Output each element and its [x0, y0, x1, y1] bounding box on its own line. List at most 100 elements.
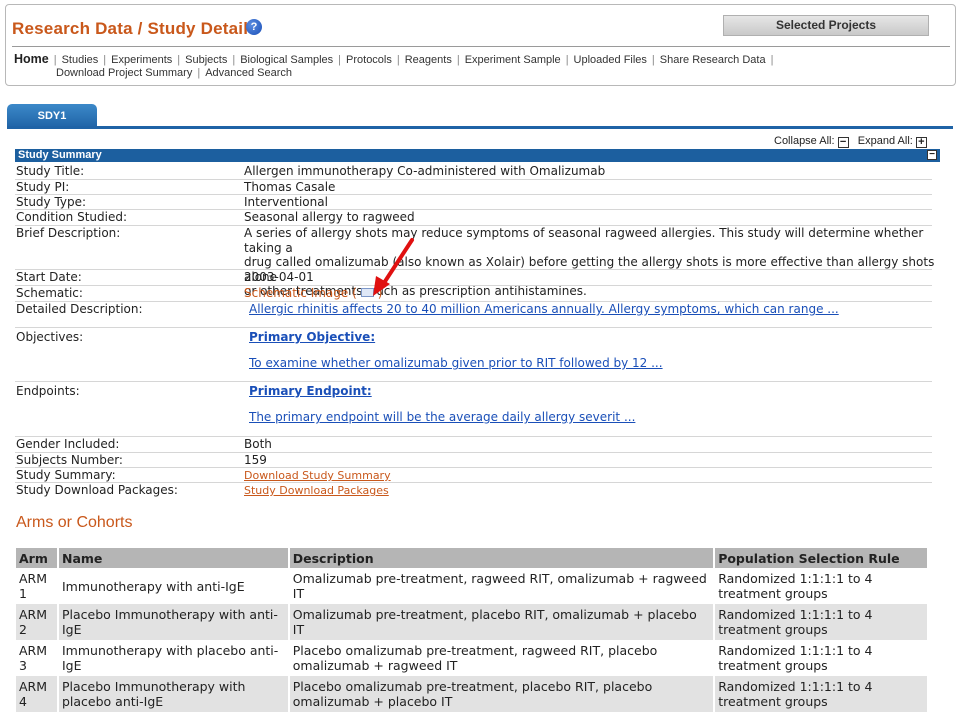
nav-experiments[interactable]: Experiments — [111, 54, 172, 66]
rule-cell: Randomized 1:1:1:1 to 4 treatment groups — [714, 676, 929, 712]
tab-sdy1[interactable]: SDY1 — [7, 104, 97, 128]
study-download-packages-link[interactable]: Study Download Packages — [244, 484, 389, 497]
field-label: Study PI: — [16, 180, 70, 194]
nav-uploaded-files[interactable]: Uploaded Files — [574, 54, 647, 66]
arms-title: Arms or Cohorts — [16, 514, 133, 531]
field-row: Study Type: Interventional — [15, 195, 932, 210]
expand-all-icon[interactable]: + — [915, 137, 927, 148]
section-title: Study Summary — [18, 149, 102, 161]
field-row: Gender Included: Both — [15, 437, 932, 453]
primary-objective-link[interactable]: To examine whether omalizumab given prio… — [249, 356, 663, 370]
field-row: Study Summary: Download Study Summary — [15, 468, 932, 483]
gender-value: Both — [244, 437, 272, 451]
field-row: Schematic: Schematic Image () — [15, 286, 932, 302]
study-title-value: Allergen immunotherapy Co-administered w… — [244, 164, 606, 178]
nav-home[interactable]: Home — [14, 52, 49, 66]
field-label: Study Title: — [16, 164, 85, 178]
condition-value: Seasonal allergy to ragweed — [244, 210, 415, 224]
field-row: Study PI: Thomas Casale — [15, 180, 932, 195]
field-label: Study Summary: — [16, 468, 116, 482]
field-row: Subjects Number: 159 — [15, 453, 932, 468]
header-panel: Research Data / Study Detail ? Selected … — [5, 4, 956, 86]
study-summary-header[interactable]: Study Summary − — [15, 149, 940, 162]
nav-biological-samples[interactable]: Biological Samples — [240, 54, 333, 66]
rule-cell: Randomized 1:1:1:1 to 4 treatment groups — [714, 604, 929, 640]
field-row: Objectives: Primary Objective: To examin… — [15, 328, 932, 382]
column-header: Arm — [16, 548, 59, 568]
description-cell: Placebo omalizumab pre-treatment, placeb… — [288, 676, 716, 712]
primary-endpoint-heading[interactable]: Primary Endpoint: — [249, 384, 372, 398]
main-nav: Home | Studies | Experiments | Subjects | Biolog… — [14, 52, 774, 80]
nav-protocols[interactable]: Protocols — [346, 54, 392, 66]
expand-all-label: Expand All: — [857, 135, 913, 147]
name-cell: Immunotherapy with anti-IgE — [57, 568, 290, 604]
field-label: Endpoints: — [16, 384, 80, 398]
arm-cell: ARM 1 — [16, 568, 59, 604]
field-row: Endpoints: Primary Endpoint: The primary… — [15, 382, 932, 437]
description-cell: Placebo omalizumab pre-treatment, ragwee… — [288, 640, 716, 676]
collapse-all-label: Collapse All: — [774, 135, 835, 147]
column-header: Description — [288, 548, 716, 568]
rule-cell: Randomized 1:1:1:1 to 4 treatment groups — [714, 640, 929, 676]
nav-advanced-search[interactable]: Advanced Search — [205, 67, 292, 79]
field-label: Subjects Number: — [16, 453, 123, 467]
nav-share-research-data[interactable]: Share Research Data — [660, 54, 766, 66]
arm-cell: ARM 2 — [16, 604, 59, 640]
field-row: Study Download Packages: Study Download … — [15, 483, 932, 499]
field-label: Study Type: — [16, 195, 87, 209]
nav-subjects[interactable]: Subjects — [185, 54, 227, 66]
selected-projects-button[interactable]: Selected Projects — [723, 15, 929, 36]
field-label: Objectives: — [16, 330, 84, 344]
page-title: Research Data / Study Detail — [12, 19, 249, 38]
table-row: ARM 2 Placebo Immunotherapy with anti-Ig… — [16, 604, 929, 640]
collapse-expand-controls: Collapse All: − Expand All: + — [774, 135, 927, 148]
header-divider — [12, 46, 950, 47]
rule-cell: Randomized 1:1:1:1 to 4 treatment groups — [714, 568, 929, 604]
arms-table: Arm Name Description Population Selectio… — [16, 548, 929, 712]
nav-studies[interactable]: Studies — [62, 54, 99, 66]
name-cell: Placebo Immunotherapy with placebo anti-… — [57, 676, 290, 712]
field-label: Gender Included: — [16, 437, 120, 451]
nav-experiment-sample[interactable]: Experiment Sample — [465, 54, 561, 66]
primary-endpoint-link[interactable]: The primary endpoint will be the average… — [249, 410, 635, 424]
field-row: Brief Description: A series of allergy s… — [15, 226, 934, 298]
description-cell: Omalizumab pre-treatment, ragweed RIT, o… — [288, 568, 716, 604]
download-study-summary-link[interactable]: Download Study Summary — [244, 469, 391, 482]
field-row: Condition Studied: Seasonal allergy to r… — [15, 210, 932, 226]
annotation-arrow-icon — [373, 238, 414, 296]
arm-cell: ARM 3 — [16, 640, 59, 676]
field-label: Condition Studied: — [16, 210, 127, 224]
table-row: ARM 4 Placebo Immunotherapy with placebo… — [16, 676, 929, 712]
field-row: Study Title: Allergen immunotherapy Co-a… — [15, 164, 932, 180]
primary-objective-heading[interactable]: Primary Objective: — [249, 330, 375, 344]
table-row: ARM 3 Immunotherapy with placebo anti-Ig… — [16, 640, 929, 676]
field-row: Start Date: 2003-04-01 — [15, 270, 932, 286]
name-cell: Immunotherapy with placebo anti-IgE — [57, 640, 290, 676]
name-cell: Placebo Immunotherapy with anti-IgE — [57, 604, 290, 640]
help-icon[interactable]: ? — [246, 19, 262, 35]
nav-reagents[interactable]: Reagents — [405, 54, 452, 66]
schematic-link-text[interactable]: Schematic Image ( — [244, 286, 357, 300]
field-label: Brief Description: — [16, 226, 121, 240]
study-type-value: Interventional — [244, 195, 328, 209]
tab-underline — [7, 126, 953, 129]
arm-cell: ARM 4 — [16, 676, 59, 712]
detailed-description-link[interactable]: Allergic rhinitis affects 20 to 40 milli… — [249, 302, 839, 316]
subjects-number-value: 159 — [244, 453, 267, 467]
field-label: Study Download Packages: — [16, 483, 178, 497]
brief-line: A series of allergy shots may reduce sym… — [244, 226, 924, 255]
column-header: Name — [57, 548, 290, 568]
field-label: Schematic: — [16, 286, 83, 300]
field-label: Start Date: — [16, 270, 82, 284]
field-label: Detailed Description: — [16, 302, 143, 316]
column-header: Population Selection Rule — [714, 548, 929, 568]
study-pi-value: Thomas Casale — [244, 180, 336, 194]
description-cell: Omalizumab pre-treatment, placebo RIT, o… — [288, 604, 716, 640]
table-row: ARM 1 Immunotherapy with anti-IgE Omaliz… — [16, 568, 929, 604]
collapse-all-icon[interactable]: − — [837, 137, 849, 148]
table-header-row: Arm Name Description Population Selectio… — [16, 548, 929, 568]
field-row: Detailed Description: Allergic rhinitis … — [15, 302, 932, 328]
nav-download-project-summary[interactable]: Download Project Summary — [56, 67, 192, 79]
collapse-section-icon[interactable]: − — [927, 150, 937, 160]
start-date-value: 2003-04-01 — [244, 270, 314, 284]
